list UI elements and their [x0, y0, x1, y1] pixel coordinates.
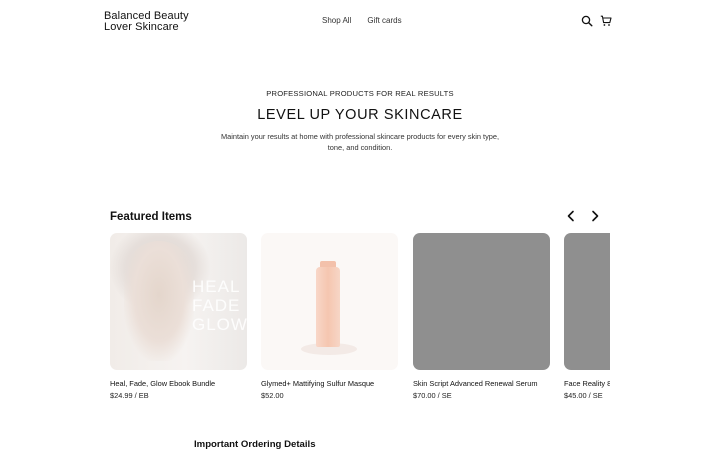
product-name: Skin Script Advanced Renewal Serum	[413, 379, 538, 388]
hero-title: LEVEL UP YOUR SKINCARE	[257, 107, 463, 123]
ordering-details-title: Important Ordering Details	[194, 439, 316, 450]
product-price: $52.00	[261, 391, 284, 400]
product-price: $45.00 / SE	[564, 391, 603, 400]
product-image-placeholder	[564, 233, 610, 370]
search-icon[interactable]	[581, 15, 593, 27]
product-card[interactable]: Face Reality 8% Mandelic Serum $45.00 / …	[564, 233, 610, 400]
site-header: Balanced Beauty Lover Skincare Shop All …	[0, 0, 720, 42]
cart-icon[interactable]	[600, 15, 612, 27]
main-nav: Shop All Gift cards	[322, 16, 402, 25]
chevron-left-icon	[567, 210, 574, 222]
featured-title: Featured Items	[110, 211, 192, 223]
product-price: $70.00 / SE	[413, 391, 452, 400]
nav-shop-all[interactable]: Shop All	[322, 16, 351, 25]
product-name: Face Reality 8% Mandelic Serum	[564, 379, 610, 388]
featured-carousel: HEAL FADE GLOW Heal, Fade, Glow Ebook Bu…	[110, 233, 610, 408]
product-image-text: HEAL FADE GLOW	[192, 277, 247, 334]
product-image-placeholder	[413, 233, 550, 370]
hero-subtitle: Maintain your results at home with profe…	[220, 132, 500, 152]
carousel-next-button[interactable]	[588, 209, 602, 223]
product-name: Glymed+ Mattifying Sulfur Masque	[261, 379, 375, 388]
brand-logo-link[interactable]: Balanced Beauty Lover Skincare	[104, 11, 214, 33]
chevron-right-icon	[592, 210, 599, 222]
product-card[interactable]: HEAL FADE GLOW Heal, Fade, Glow Ebook Bu…	[110, 233, 247, 400]
product-price: $24.99 / EB	[110, 391, 149, 400]
product-name: Heal, Fade, Glow Ebook Bundle	[110, 379, 216, 388]
hero-eyebrow: PROFESSIONAL PRODUCTS FOR REAL RESULTS	[266, 89, 454, 98]
product-card[interactable]: Glymed+ Mattifying Sulfur Masque $52.00	[261, 233, 398, 400]
product-card[interactable]: Skin Script Advanced Renewal Serum $70.0…	[413, 233, 550, 400]
product-image	[261, 233, 398, 370]
carousel-prev-button[interactable]	[564, 209, 578, 223]
product-image: HEAL FADE GLOW	[110, 233, 247, 370]
nav-gift-cards[interactable]: Gift cards	[367, 16, 401, 25]
